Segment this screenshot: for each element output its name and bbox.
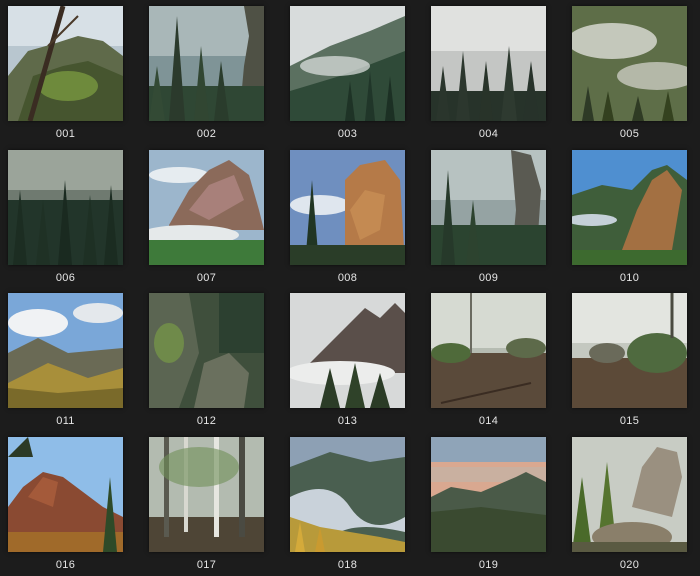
- thumbnail-label: 015: [619, 415, 640, 427]
- thumbnail-label: 003: [337, 128, 358, 140]
- thumbnail-image[interactable]: [149, 437, 264, 552]
- thumbnail-image[interactable]: [290, 293, 405, 408]
- thumbnail-label: 017: [196, 559, 217, 571]
- thumbnail-label: 018: [337, 559, 358, 571]
- gallery-item-014[interactable]: 014: [423, 287, 563, 431]
- thumbnail-image[interactable]: [8, 293, 123, 408]
- gallery-item-011[interactable]: 011: [0, 287, 140, 431]
- thumbnail-image[interactable]: [572, 150, 687, 265]
- thumbnail-image[interactable]: [431, 437, 546, 552]
- gallery-item-007[interactable]: 007: [141, 144, 281, 288]
- gallery-item-016[interactable]: 016: [0, 431, 140, 575]
- thumbnail-image[interactable]: [431, 293, 546, 408]
- thumbnail-image[interactable]: [431, 6, 546, 121]
- thumbnail-image[interactable]: [149, 293, 264, 408]
- gallery-item-018[interactable]: 018: [282, 431, 422, 575]
- gallery-item-012[interactable]: 012: [141, 287, 281, 431]
- gallery-item-020[interactable]: 020: [564, 431, 700, 575]
- thumbnail-image[interactable]: [290, 6, 405, 121]
- thumbnail-image[interactable]: [572, 437, 687, 552]
- gallery-item-010[interactable]: 010: [564, 144, 700, 288]
- gallery-item-001[interactable]: 001: [0, 0, 140, 144]
- thumbnail-label: 011: [56, 415, 75, 427]
- thumbnail-image[interactable]: [431, 150, 546, 265]
- gallery-item-013[interactable]: 013: [282, 287, 422, 431]
- gallery-item-005[interactable]: 005: [564, 0, 700, 144]
- thumbnail-label: 009: [478, 272, 499, 284]
- thumbnail-label: 007: [196, 272, 217, 284]
- thumbnail-image[interactable]: [149, 150, 264, 265]
- thumbnail-image[interactable]: [8, 437, 123, 552]
- thumbnail-image[interactable]: [8, 6, 123, 121]
- gallery-item-008[interactable]: 008: [282, 144, 422, 288]
- gallery-item-003[interactable]: 003: [282, 0, 422, 144]
- thumbnail-image[interactable]: [572, 293, 687, 408]
- thumbnail-label: 012: [196, 415, 217, 427]
- gallery-item-019[interactable]: 019: [423, 431, 563, 575]
- gallery-item-004[interactable]: 004: [423, 0, 563, 144]
- thumbnail-label: 005: [619, 128, 640, 140]
- thumbnail-image[interactable]: [290, 150, 405, 265]
- thumbnail-label: 001: [55, 128, 76, 140]
- thumbnail-label: 016: [55, 559, 76, 571]
- thumbnail-label: 020: [619, 559, 640, 571]
- gallery-item-006[interactable]: 006: [0, 144, 140, 288]
- thumbnail-image[interactable]: [290, 437, 405, 552]
- thumbnail-image[interactable]: [572, 6, 687, 121]
- thumbnail-label: 004: [478, 128, 499, 140]
- gallery-item-002[interactable]: 002: [141, 0, 281, 144]
- thumbnail-label: 013: [337, 415, 358, 427]
- gallery-item-009[interactable]: 009: [423, 144, 563, 288]
- thumbnail-image[interactable]: [8, 150, 123, 265]
- thumbnail-image[interactable]: [149, 6, 264, 121]
- thumbnail-label: 006: [55, 272, 76, 284]
- thumbnail-label: 019: [478, 559, 499, 571]
- thumbnail-gallery: 001 002 003 004 005 006 007 008 009 010 …: [0, 0, 700, 576]
- gallery-item-015[interactable]: 015: [564, 287, 700, 431]
- thumbnail-label: 010: [619, 272, 640, 284]
- thumbnail-label: 008: [337, 272, 358, 284]
- thumbnail-label: 014: [478, 415, 499, 427]
- thumbnail-label: 002: [196, 128, 217, 140]
- gallery-item-017[interactable]: 017: [141, 431, 281, 575]
